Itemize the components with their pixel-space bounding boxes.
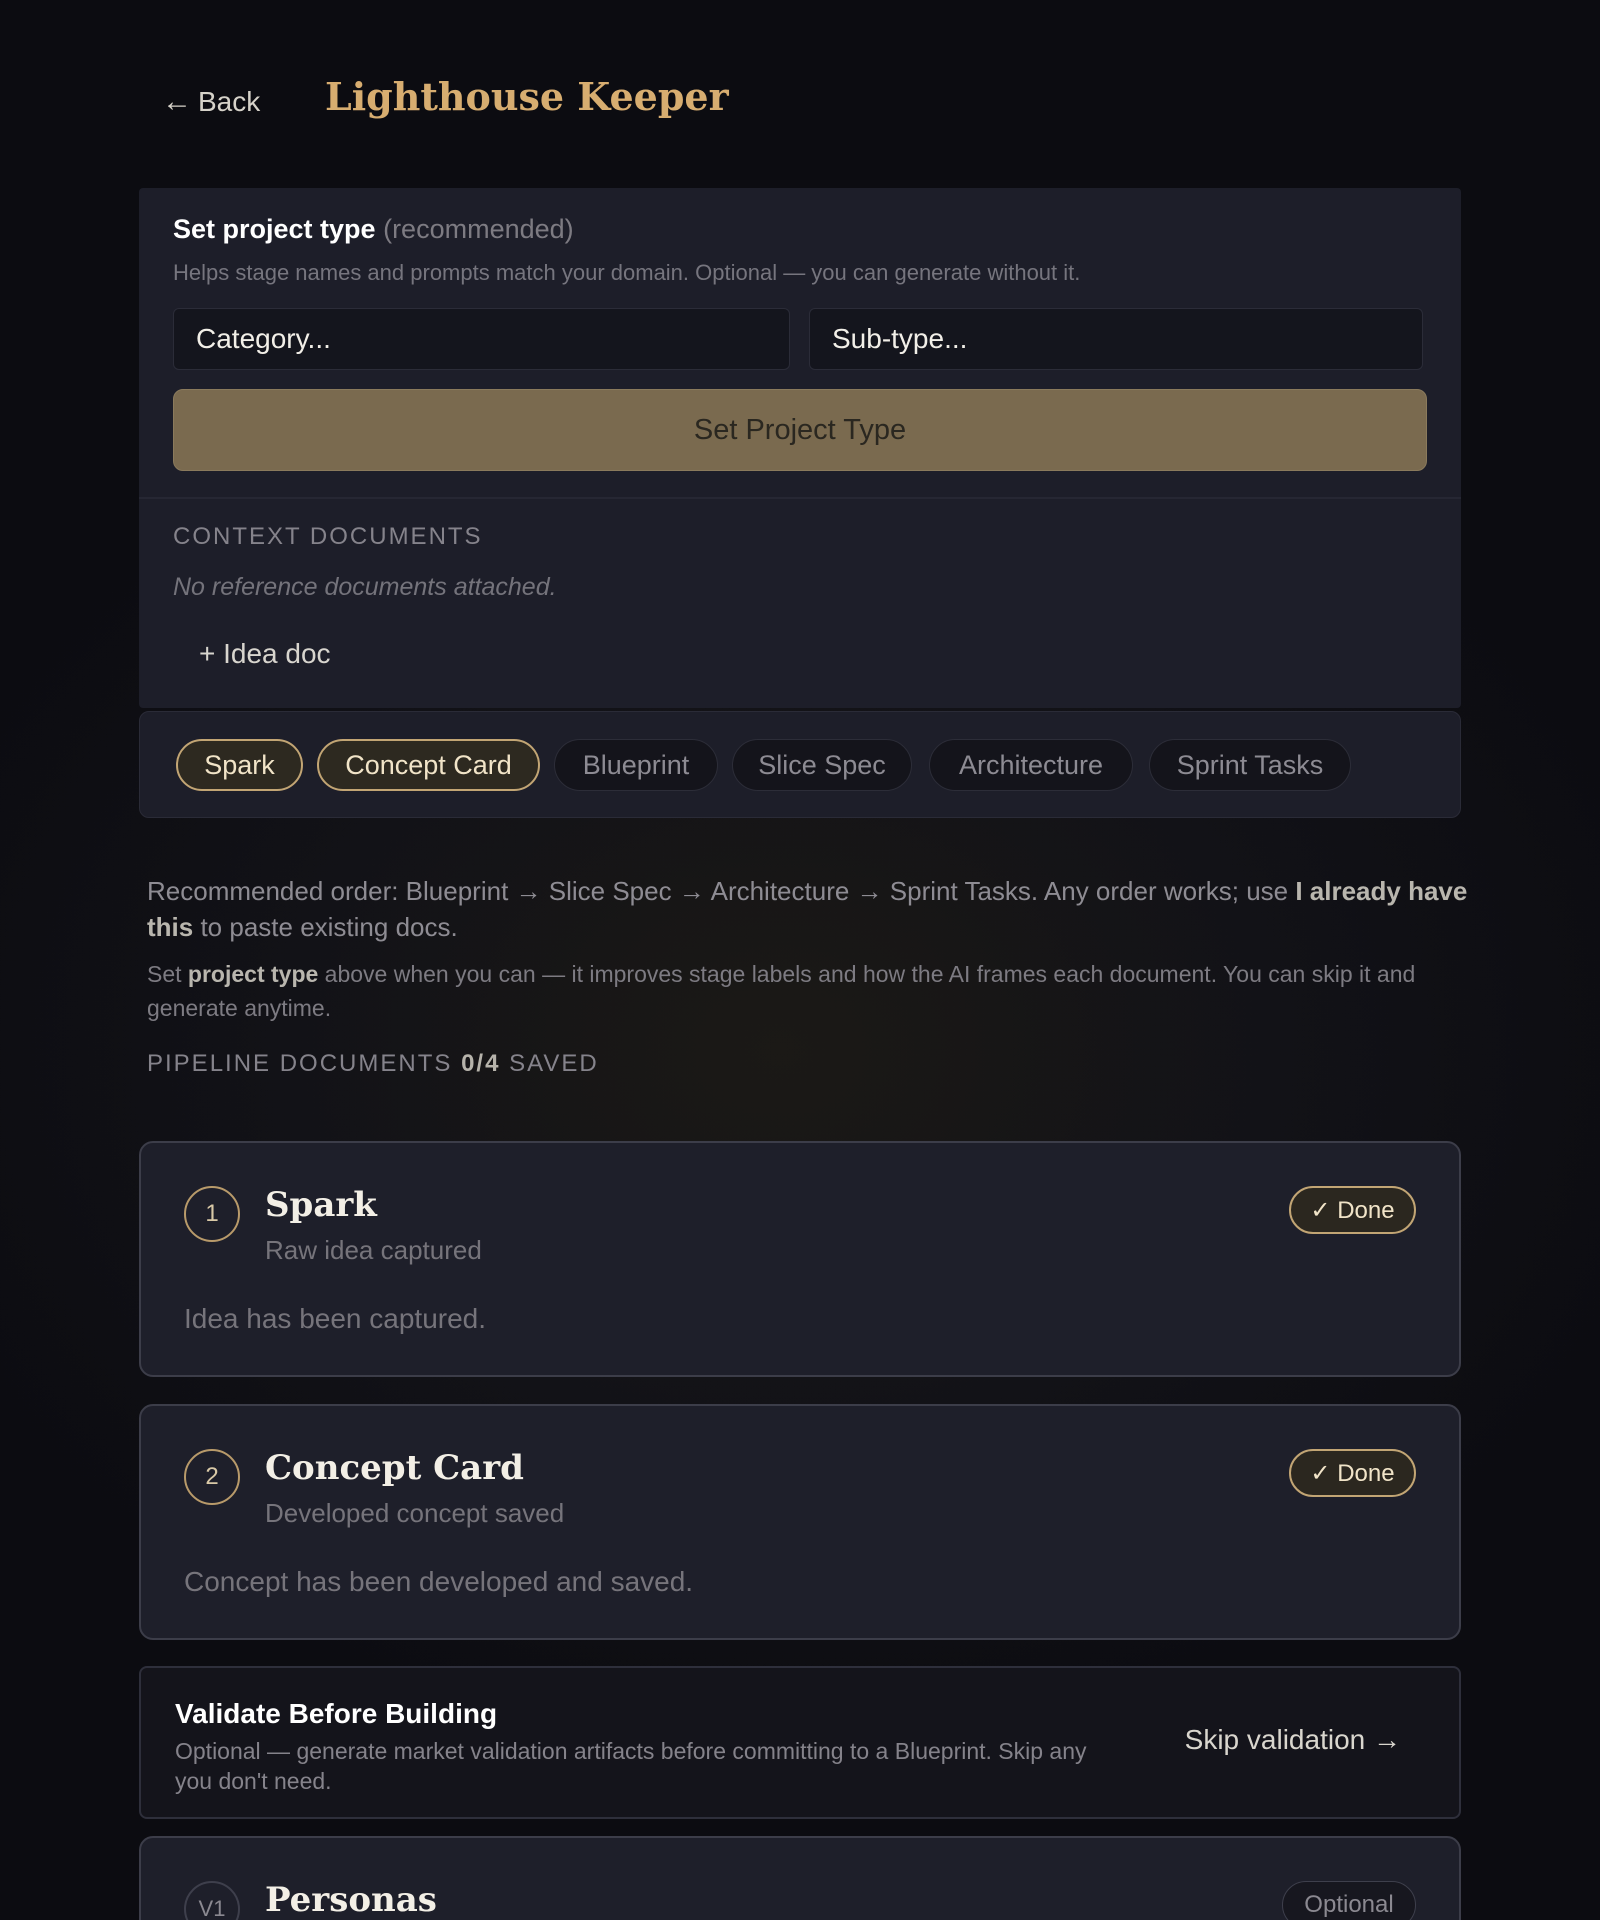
project-type-panel: Set project type (recommended) Helps sta… bbox=[139, 188, 1461, 708]
done-badge: ✓ Done bbox=[1289, 1186, 1416, 1234]
set-project-type-button[interactable]: Set Project Type bbox=[173, 389, 1427, 471]
pipeline-status: PIPELINE DOCUMENTS 0/4 SAVED bbox=[147, 1050, 599, 1077]
optional-badge: Optional bbox=[1282, 1881, 1416, 1920]
back-button[interactable]: ← Back bbox=[162, 85, 260, 119]
stage-card-concept-card[interactable]: 2 Concept Card Developed concept saved C… bbox=[139, 1404, 1461, 1640]
header: ← Back bbox=[162, 80, 260, 124]
stage-title: Spark bbox=[265, 1185, 377, 1225]
tab-spark[interactable]: Spark bbox=[176, 739, 303, 791]
stage-body: Concept has been developed and saved. bbox=[184, 1566, 694, 1597]
skip-validation-button[interactable]: Skip validation → bbox=[1185, 1724, 1401, 1756]
project-type-note: Set project type above when you can — it… bbox=[147, 961, 1416, 1021]
stage-number: 2 bbox=[184, 1449, 240, 1505]
divider bbox=[139, 497, 1461, 499]
context-empty-text: No reference documents attached. bbox=[173, 573, 557, 601]
stage-number: V1 bbox=[184, 1881, 240, 1920]
tab-sprint-tasks[interactable]: Sprint Tasks bbox=[1149, 739, 1351, 791]
back-label: Back bbox=[198, 86, 261, 117]
stage-subtitle: Developed concept saved bbox=[265, 1498, 565, 1528]
tab-blueprint[interactable]: Blueprint bbox=[554, 739, 718, 791]
tab-concept-card[interactable]: Concept Card bbox=[317, 739, 540, 791]
project-type-title: Set project type (recommended) bbox=[173, 214, 574, 245]
tab-architecture[interactable]: Architecture bbox=[929, 739, 1133, 791]
stage-title: Personas bbox=[265, 1880, 437, 1920]
validate-title: Validate Before Building bbox=[175, 1698, 498, 1729]
done-badge: ✓ Done bbox=[1289, 1449, 1416, 1497]
recommended-order-text: Recommended order: Blueprint → Slice Spe… bbox=[147, 876, 1468, 942]
stage-tabs: Spark Concept Card Blueprint Slice Spec … bbox=[139, 711, 1461, 818]
context-documents-label: CONTEXT DOCUMENTS bbox=[173, 523, 483, 550]
stage-body: Idea has been captured. bbox=[184, 1303, 487, 1334]
pipeline-count: 0/4 bbox=[461, 1050, 501, 1077]
tab-slice-spec[interactable]: Slice Spec bbox=[732, 739, 912, 791]
stage-card-personas[interactable]: V1 Personas Optional bbox=[139, 1836, 1461, 1920]
arrow-left-icon: ← bbox=[162, 85, 192, 118]
validate-description: Optional — generate market validation ar… bbox=[175, 1738, 1087, 1794]
project-type-heading: Set project type bbox=[173, 214, 376, 244]
subtype-select[interactable]: Sub-type... bbox=[809, 308, 1423, 370]
stage-number: 1 bbox=[184, 1186, 240, 1242]
stage-card-spark[interactable]: 1 Spark Raw idea captured Idea has been … bbox=[139, 1141, 1461, 1377]
stage-title: Concept Card bbox=[265, 1448, 524, 1488]
stage-subtitle: Raw idea captured bbox=[265, 1235, 482, 1265]
category-select[interactable]: Category... bbox=[173, 308, 790, 370]
project-type-help: Helps stage names and prompts match your… bbox=[173, 260, 1081, 285]
recommended-tag: (recommended) bbox=[383, 214, 574, 244]
add-idea-doc-button[interactable]: + Idea doc bbox=[199, 638, 331, 670]
validate-panel: Validate Before Building Optional — gene… bbox=[139, 1666, 1461, 1819]
page-title: Lighthouse Keeper bbox=[325, 74, 729, 119]
